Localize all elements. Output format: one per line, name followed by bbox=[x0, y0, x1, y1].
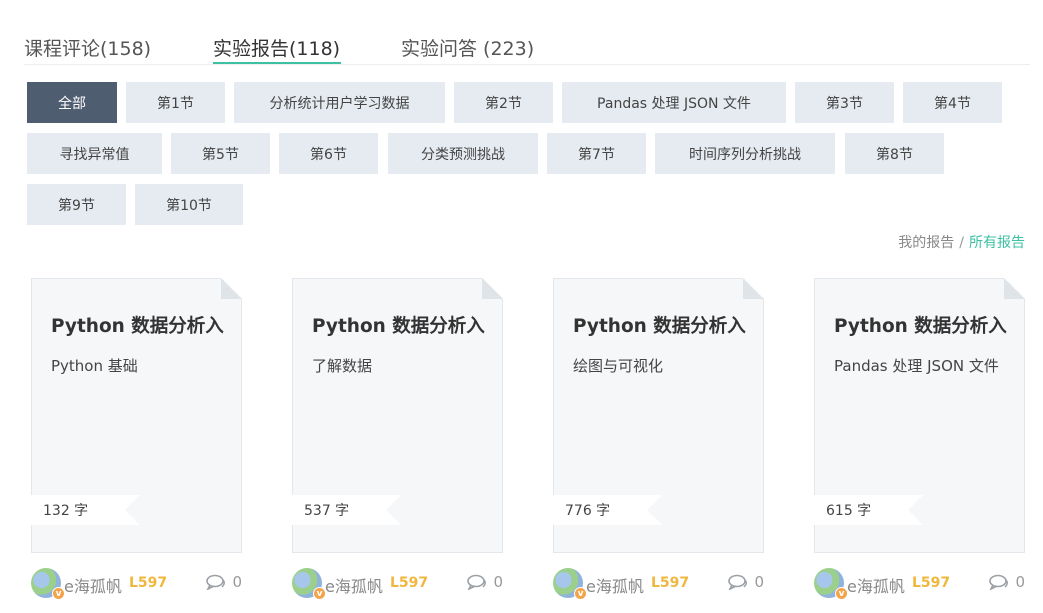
filter-section-4[interactable]: 第4节 bbox=[903, 82, 1002, 123]
report-card-subtitle: Python 基础 bbox=[51, 357, 138, 375]
comment-count-value: 0 bbox=[1015, 573, 1025, 591]
filter-section-8[interactable]: 第8节 bbox=[845, 133, 944, 174]
tab-lab-qa[interactable]: 实验问答 (223) bbox=[401, 34, 534, 61]
author-name[interactable]: e海孤帆 bbox=[847, 573, 905, 597]
filter-all[interactable]: 全部 bbox=[27, 82, 117, 123]
user-level: L597 bbox=[912, 575, 951, 591]
report-card-title: Python 数据分析入 bbox=[573, 316, 746, 337]
filter-section-2[interactable]: 第2节 bbox=[454, 82, 553, 123]
all-reports-link[interactable]: 所有报告 bbox=[969, 235, 1025, 251]
comment-count-value: 0 bbox=[754, 573, 764, 591]
comment-count[interactable]: 0 bbox=[728, 573, 764, 591]
comment-count-value: 0 bbox=[232, 573, 242, 591]
user-level: L597 bbox=[651, 575, 690, 591]
comment-count-value: 0 bbox=[493, 573, 503, 591]
page-fold-corner bbox=[482, 278, 503, 299]
filter-user-learning-stats[interactable]: 分析统计用户学习数据 bbox=[234, 82, 445, 123]
word-count-tag: 132 字 bbox=[27, 495, 140, 525]
filter-section-7[interactable]: 第7节 bbox=[547, 133, 646, 174]
report-card[interactable]: Python 数据分析入 绘图与可视化 776 字 bbox=[549, 278, 764, 553]
report-card-subtitle: 绘图与可视化 bbox=[573, 357, 664, 375]
page-fold-corner bbox=[221, 278, 242, 299]
author-name[interactable]: e海孤帆 bbox=[64, 573, 122, 597]
filter-pandas-json[interactable]: Pandas 处理 JSON 文件 bbox=[562, 82, 786, 123]
report-author-row: v e海孤帆 L597 0 bbox=[31, 568, 242, 602]
filter-time-series-challenge[interactable]: 时间序列分析挑战 bbox=[655, 133, 835, 174]
comment-icon bbox=[467, 574, 487, 590]
active-tab-indicator bbox=[213, 62, 341, 64]
comment-icon bbox=[728, 574, 748, 590]
filter-section-5[interactable]: 第5节 bbox=[171, 133, 270, 174]
scope-separator: / bbox=[959, 235, 964, 251]
filter-classification-challenge[interactable]: 分类预测挑战 bbox=[388, 133, 538, 174]
report-card-title: Python 数据分析入 bbox=[834, 316, 1007, 337]
report-card[interactable]: Python 数据分析入 Python 基础 132 字 bbox=[27, 278, 242, 553]
author-name[interactable]: e海孤帆 bbox=[586, 573, 644, 597]
tab-bar: 课程评论(158) 实验报告(118) 实验问答 (223) bbox=[24, 0, 1030, 65]
user-level: L597 bbox=[129, 575, 168, 591]
filter-section-3[interactable]: 第3节 bbox=[795, 82, 894, 123]
report-card-subtitle: Pandas 处理 JSON 文件 bbox=[834, 357, 999, 375]
report-author-row: v e海孤帆 L597 0 bbox=[814, 568, 1025, 602]
page-fold-corner bbox=[743, 278, 764, 299]
report-card-title: Python 数据分析入 bbox=[51, 316, 224, 337]
report-card[interactable]: Python 数据分析入 Pandas 处理 JSON 文件 615 字 bbox=[810, 278, 1025, 553]
word-count-tag: 615 字 bbox=[810, 495, 923, 525]
tab-course-comments[interactable]: 课程评论(158) bbox=[24, 34, 151, 61]
report-author-row: v e海孤帆 L597 0 bbox=[553, 568, 764, 602]
avatar[interactable]: v bbox=[553, 568, 587, 600]
tab-lab-reports[interactable]: 实验报告(118) bbox=[213, 34, 340, 61]
my-reports-link[interactable]: 我的报告 bbox=[898, 235, 954, 251]
report-author-row: v e海孤帆 L597 0 bbox=[292, 568, 503, 602]
filter-section-1[interactable]: 第1节 bbox=[126, 82, 225, 123]
comment-icon bbox=[989, 574, 1009, 590]
word-count-tag: 537 字 bbox=[288, 495, 401, 525]
report-card-subtitle: 了解数据 bbox=[312, 357, 373, 375]
avatar[interactable]: v bbox=[292, 568, 326, 600]
filter-section-9[interactable]: 第9节 bbox=[27, 184, 126, 225]
avatar[interactable]: v bbox=[814, 568, 848, 600]
user-level: L597 bbox=[390, 575, 429, 591]
filter-outliers[interactable]: 寻找异常值 bbox=[27, 133, 162, 174]
filter-section-10[interactable]: 第10节 bbox=[135, 184, 243, 225]
page-fold-corner bbox=[1004, 278, 1025, 299]
report-card[interactable]: Python 数据分析入 了解数据 537 字 bbox=[288, 278, 503, 553]
comment-icon bbox=[206, 574, 226, 590]
report-card-title: Python 数据分析入 bbox=[312, 316, 485, 337]
word-count-tag: 776 字 bbox=[549, 495, 662, 525]
report-scope-switch: 我的报告 / 所有报告 bbox=[898, 232, 1025, 252]
comment-count[interactable]: 0 bbox=[206, 573, 242, 591]
avatar[interactable]: v bbox=[31, 568, 65, 600]
filter-section-6[interactable]: 第6节 bbox=[279, 133, 378, 174]
author-name[interactable]: e海孤帆 bbox=[325, 573, 383, 597]
comment-count[interactable]: 0 bbox=[989, 573, 1025, 591]
comment-count[interactable]: 0 bbox=[467, 573, 503, 591]
